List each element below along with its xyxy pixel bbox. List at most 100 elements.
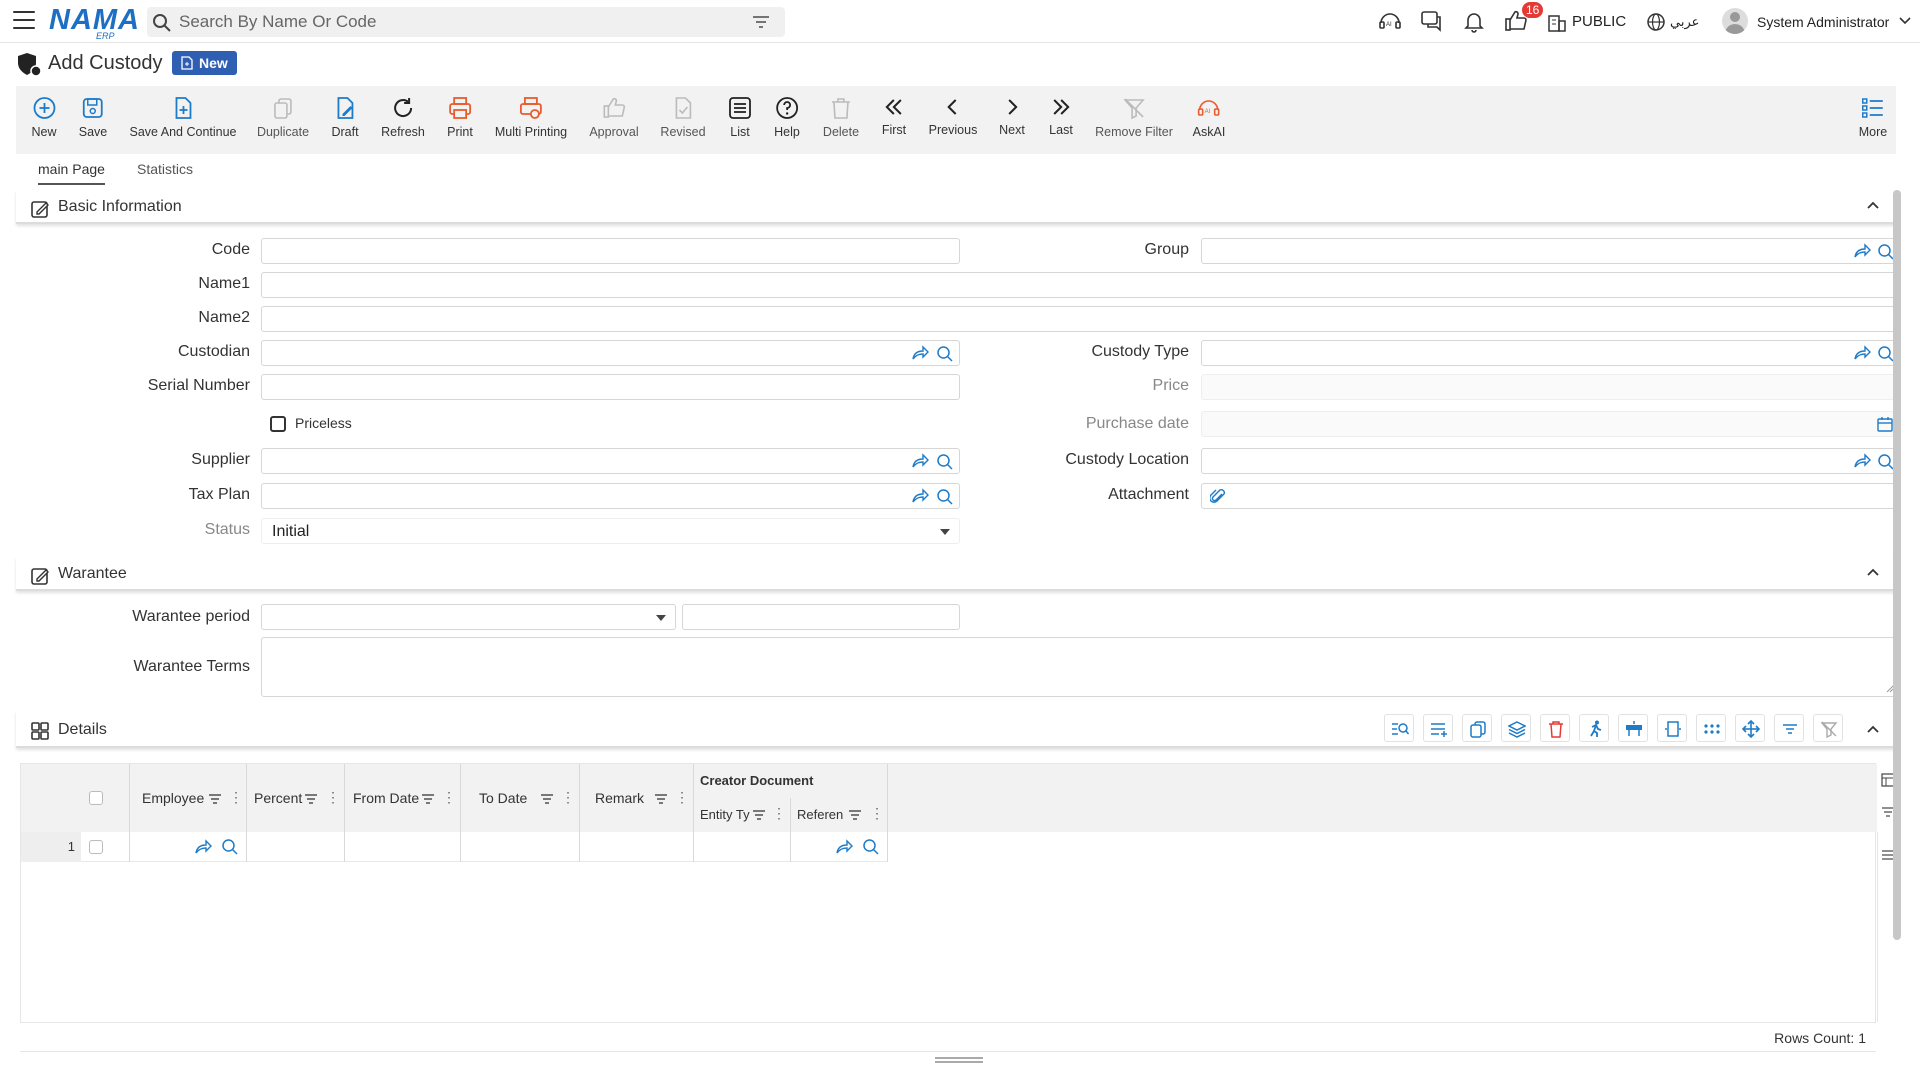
column-employee[interactable]: Employee: [142, 790, 204, 806]
column-menu-icon[interactable]: ⋮: [675, 789, 689, 806]
new-button[interactable]: New: [31, 96, 57, 141]
select-all-checkbox[interactable]: [89, 791, 103, 805]
resize-handle[interactable]: [935, 1057, 983, 1063]
column-filter-icon[interactable]: [208, 793, 222, 805]
grid-copy-button[interactable]: [1462, 714, 1492, 742]
last-button[interactable]: Last: [1049, 96, 1073, 139]
calendar-icon[interactable]: [1877, 416, 1893, 432]
globe-icon[interactable]: [1646, 12, 1666, 32]
custody-location-field[interactable]: [1201, 448, 1898, 474]
column-menu-icon[interactable]: ⋮: [772, 805, 786, 822]
group-field[interactable]: [1201, 238, 1898, 264]
tab-statistics[interactable]: Statistics: [137, 161, 193, 177]
next-button[interactable]: Next: [999, 96, 1025, 139]
grid-fit-button[interactable]: [1657, 714, 1687, 742]
grid-move-button[interactable]: [1735, 714, 1765, 742]
list-button[interactable]: List: [728, 96, 752, 141]
search-input[interactable]: [179, 7, 739, 37]
branch-label[interactable]: PUBLIC: [1572, 13, 1626, 30]
draft-button[interactable]: Draft: [331, 96, 359, 141]
warantee-period-value-field[interactable]: [682, 604, 960, 630]
language-switch[interactable]: عربي: [1670, 14, 1699, 30]
lookup-search-icon[interactable]: [862, 838, 880, 856]
column-filter-icon[interactable]: [304, 793, 318, 805]
grid-insert-button[interactable]: [1618, 714, 1648, 742]
supplier-field[interactable]: [261, 448, 960, 474]
first-button[interactable]: First: [882, 96, 906, 139]
chevron-down-icon[interactable]: [1899, 16, 1911, 26]
lookup-search-icon[interactable]: [221, 838, 239, 856]
column-filter-icon[interactable]: [421, 793, 435, 805]
attachment-field[interactable]: [1201, 483, 1898, 509]
grid-delete-button[interactable]: [1540, 714, 1570, 742]
share-icon[interactable]: [1853, 453, 1871, 469]
menu-icon[interactable]: [13, 11, 35, 31]
save-button[interactable]: Save: [79, 96, 107, 141]
approval-button[interactable]: Approval: [589, 96, 639, 141]
column-menu-icon[interactable]: ⋮: [870, 805, 884, 822]
share-icon[interactable]: [911, 488, 929, 504]
column-reference[interactable]: Referen: [797, 807, 843, 822]
help-button[interactable]: Help: [774, 96, 800, 141]
user-name[interactable]: System Administrator: [1757, 14, 1889, 30]
tax-plan-field[interactable]: [261, 483, 960, 509]
duplicate-button[interactable]: Duplicate: [257, 96, 309, 141]
section-basic-information[interactable]: Basic Information: [16, 190, 1896, 224]
column-menu-icon[interactable]: ⋮: [326, 789, 340, 806]
bell-icon[interactable]: [1462, 9, 1486, 33]
share-icon[interactable]: [194, 839, 212, 855]
ai-assistant-icon[interactable]: AI: [1378, 9, 1402, 33]
page-scrollbar[interactable]: [1893, 190, 1901, 940]
print-button[interactable]: Print: [447, 96, 473, 141]
priceless-checkbox[interactable]: [270, 416, 286, 432]
chevron-up-icon[interactable]: [1866, 722, 1880, 736]
column-menu-icon[interactable]: ⋮: [229, 789, 243, 806]
warantee-period-select[interactable]: [261, 604, 676, 630]
grid-filter-button[interactable]: [1774, 714, 1804, 742]
chat-icon[interactable]: [1420, 9, 1444, 33]
lookup-search-icon[interactable]: [936, 453, 954, 471]
share-icon[interactable]: [835, 839, 853, 855]
column-from-date[interactable]: From Date: [353, 790, 419, 806]
grid-search-button[interactable]: [1384, 714, 1414, 742]
chevron-up-icon[interactable]: [1866, 565, 1880, 579]
share-icon[interactable]: [911, 345, 929, 361]
column-percent[interactable]: Percent: [254, 790, 302, 806]
column-remark[interactable]: Remark: [595, 790, 644, 806]
filter-icon[interactable]: [752, 14, 770, 30]
table-row[interactable]: 1: [21, 832, 888, 862]
lookup-search-icon[interactable]: [936, 488, 954, 506]
remove-filter-button[interactable]: Remove Filter: [1095, 96, 1173, 141]
refresh-button[interactable]: Refresh: [381, 96, 425, 141]
askai-button[interactable]: AI AskAI: [1193, 96, 1225, 141]
column-filter-icon[interactable]: [752, 809, 766, 821]
grid-layers-button[interactable]: [1501, 714, 1531, 742]
chevron-up-icon[interactable]: [1866, 198, 1880, 212]
column-entity-type[interactable]: Entity Ty: [700, 807, 750, 822]
column-filter-icon[interactable]: [848, 809, 862, 821]
revised-button[interactable]: Revised: [660, 96, 706, 141]
share-icon[interactable]: [1853, 243, 1871, 259]
column-filter-icon[interactable]: [540, 793, 554, 805]
name2-field[interactable]: [261, 306, 1898, 332]
more-button[interactable]: More: [1859, 96, 1887, 141]
grid-add-row-button[interactable]: [1423, 714, 1453, 742]
column-filter-icon[interactable]: [654, 793, 668, 805]
custodian-field[interactable]: [261, 340, 960, 366]
save-continue-button[interactable]: Save And Continue: [129, 96, 237, 141]
name1-field[interactable]: [261, 272, 1898, 298]
paperclip-icon[interactable]: [1210, 488, 1226, 506]
section-warantee[interactable]: Warantee: [16, 557, 1896, 591]
column-to-date[interactable]: To Date: [479, 790, 527, 806]
column-menu-icon[interactable]: ⋮: [561, 789, 575, 806]
serial-number-field[interactable]: [261, 374, 960, 400]
grid-remove-filter-button[interactable]: [1813, 714, 1843, 742]
section-details[interactable]: Details: [16, 711, 1896, 748]
grid-dots-button[interactable]: [1696, 714, 1726, 742]
custody-type-field[interactable]: [1201, 340, 1898, 366]
column-menu-icon[interactable]: ⋮: [442, 789, 456, 806]
code-field[interactable]: [261, 238, 960, 264]
multi-printing-button[interactable]: Multi Printing: [495, 96, 567, 141]
previous-button[interactable]: Previous: [929, 96, 977, 139]
lookup-search-icon[interactable]: [936, 345, 954, 363]
